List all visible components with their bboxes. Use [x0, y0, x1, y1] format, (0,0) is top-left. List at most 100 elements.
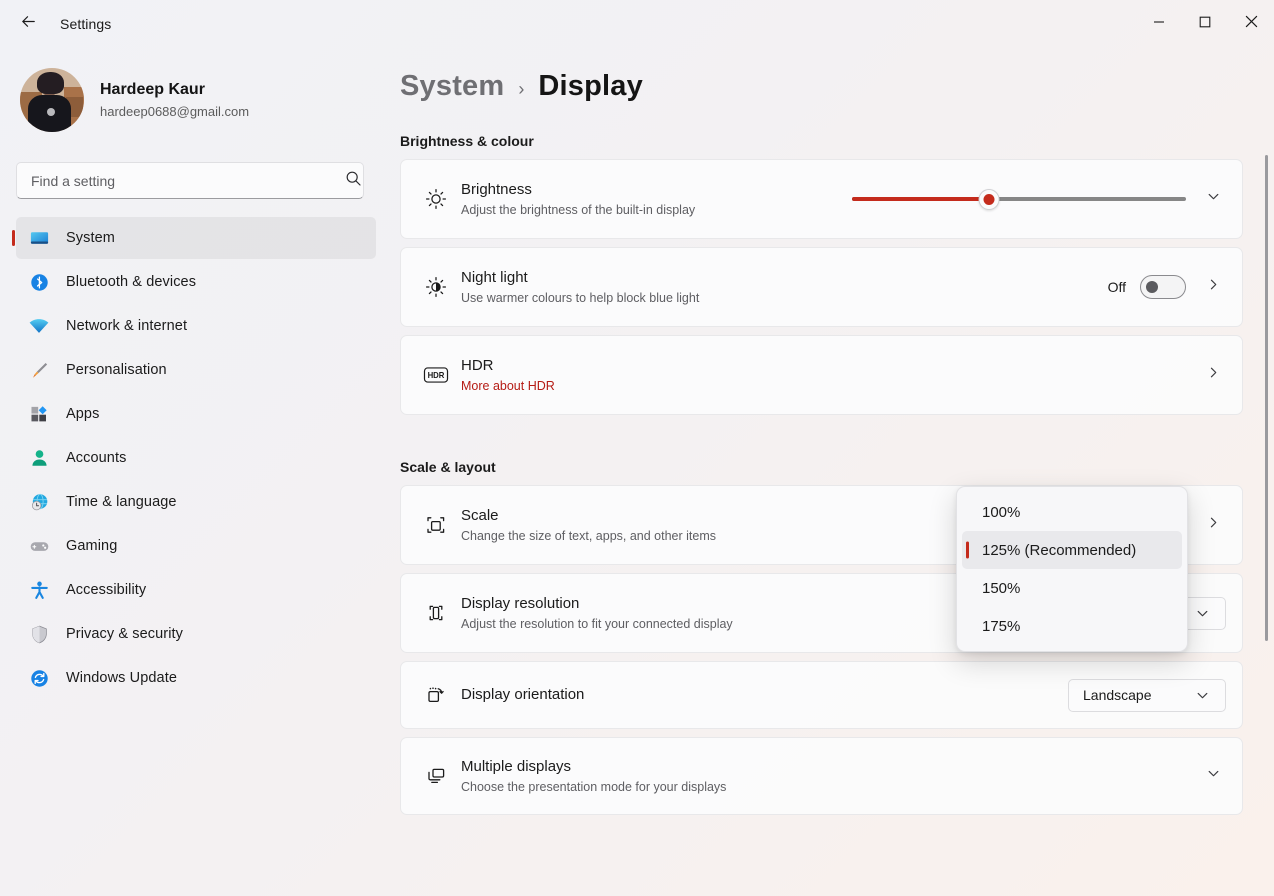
- minimize-icon: [1153, 15, 1165, 33]
- scale-subtitle: Change the size of text, apps, and other…: [461, 528, 717, 543]
- scale-option-label: 125% (Recommended): [982, 541, 1137, 559]
- multiple-displays-expand-button[interactable]: [1200, 763, 1226, 789]
- scale-square-icon: [419, 513, 453, 537]
- scale-dropdown-flyout: 100% 125% (Recommended) 150% 175%: [956, 486, 1188, 652]
- breadcrumb-parent[interactable]: System: [400, 70, 504, 103]
- search-input[interactable]: [16, 162, 364, 199]
- multiple-displays-icon: [419, 764, 453, 788]
- title-bar: Settings: [0, 0, 1274, 48]
- content-scrollbar[interactable]: [1265, 155, 1268, 641]
- sidebar-item-network-internet[interactable]: Network & internet: [16, 305, 376, 347]
- minimize-button[interactable]: [1136, 0, 1182, 48]
- sidebar-item-privacy-security[interactable]: Privacy & security: [16, 613, 376, 655]
- sidebar-item-bluetooth-devices[interactable]: Bluetooth & devices: [16, 261, 376, 303]
- sidebar-item-label: Accessibility: [66, 582, 147, 598]
- app-title: Settings: [60, 16, 112, 32]
- maximize-button[interactable]: [1182, 0, 1228, 48]
- chevron-down-icon: [1206, 189, 1221, 209]
- sidebar-item-apps[interactable]: Apps: [16, 393, 376, 435]
- hdr-more-link[interactable]: More about HDR: [461, 378, 555, 395]
- svg-text:HDR: HDR: [428, 371, 445, 380]
- sidebar-nav: System Bluetooth & devices Network & int…: [16, 217, 376, 699]
- sidebar-item-personalisation[interactable]: Personalisation: [16, 349, 376, 391]
- scale-option-label: 150%: [982, 579, 1021, 597]
- brightness-title: Brightness: [461, 180, 532, 198]
- sidebar-item-gaming[interactable]: Gaming: [16, 525, 376, 567]
- brightness-subtitle: Adjust the brightness of the built-in di…: [461, 202, 696, 217]
- scale-option-150[interactable]: 150%: [962, 569, 1182, 607]
- refresh-circle-icon: [28, 667, 50, 689]
- hdr-badge-icon: HDR: [419, 364, 453, 386]
- display-orientation-title: Display orientation: [461, 686, 585, 703]
- scale-option-175[interactable]: 175%: [962, 607, 1182, 645]
- display-resolution-subtitle: Adjust the resolution to fit your connec…: [461, 616, 733, 631]
- globe-clock-icon: [28, 491, 50, 513]
- sidebar-item-system[interactable]: System: [16, 217, 376, 259]
- back-arrow-icon: [19, 12, 38, 36]
- brightness-card[interactable]: Brightness Adjust the brightness of the …: [400, 159, 1243, 239]
- section-heading-scale-layout: Scale & layout: [400, 459, 496, 475]
- multiple-displays-card[interactable]: Multiple displays Choose the presentatio…: [400, 737, 1243, 815]
- display-orientation-combobox[interactable]: Landscape: [1068, 678, 1226, 712]
- sidebar: Hardeep Kaur hardeep0688@gmail.com S: [0, 48, 392, 896]
- back-button[interactable]: [8, 8, 48, 40]
- page-title: Display: [538, 70, 643, 102]
- scale-option-label: 100%: [982, 503, 1021, 521]
- brightness-expand-button[interactable]: [1200, 186, 1226, 212]
- sidebar-item-label: Personalisation: [66, 362, 167, 378]
- sidebar-item-accessibility[interactable]: Accessibility: [16, 569, 376, 611]
- night-light-open-button[interactable]: [1200, 274, 1226, 300]
- sidebar-item-label: Bluetooth & devices: [66, 274, 197, 290]
- shield-icon: [28, 623, 50, 645]
- display-resolution-icon: [419, 601, 453, 625]
- sidebar-item-label: System: [66, 230, 115, 246]
- chevron-right-icon: [1206, 515, 1221, 535]
- night-light-toggle[interactable]: [1140, 275, 1186, 299]
- bluetooth-icon: [28, 271, 50, 293]
- scale-option-125[interactable]: 125% (Recommended): [962, 531, 1182, 569]
- close-button[interactable]: [1228, 0, 1274, 48]
- wifi-icon: [28, 315, 50, 337]
- chevron-right-icon: [1206, 365, 1221, 385]
- night-light-card[interactable]: Night light Use warmer colours to help b…: [400, 247, 1243, 327]
- sidebar-item-windows-update[interactable]: Windows Update: [16, 657, 376, 699]
- night-light-state-label: Off: [1107, 279, 1126, 295]
- hdr-card[interactable]: HDR HDR More about HDR: [400, 335, 1243, 415]
- sidebar-item-label: Network & internet: [66, 318, 188, 334]
- scale-option-100[interactable]: 100%: [962, 493, 1182, 531]
- multiple-displays-subtitle: Choose the presentation mode for your di…: [461, 779, 727, 794]
- sidebar-item-label: Privacy & security: [66, 626, 184, 642]
- chevron-down-icon: [1189, 682, 1215, 708]
- sidebar-item-label: Windows Update: [66, 670, 178, 686]
- paintbrush-icon: [28, 359, 50, 381]
- apps-grid-icon: [28, 403, 50, 425]
- night-light-subtitle: Use warmer colours to help block blue li…: [461, 290, 700, 305]
- chevron-down-icon: [1206, 766, 1221, 786]
- profile-email: hardeep0688@gmail.com: [100, 104, 250, 119]
- sidebar-item-label: Apps: [66, 406, 100, 422]
- window-controls: [1136, 0, 1274, 48]
- sidebar-item-accounts[interactable]: Accounts: [16, 437, 376, 479]
- search-container: [16, 162, 376, 199]
- maximize-icon: [1199, 15, 1211, 33]
- close-icon: [1245, 15, 1258, 33]
- brightness-slider[interactable]: [852, 188, 1186, 210]
- scale-open-button[interactable]: [1200, 512, 1226, 538]
- chevron-down-icon: [1189, 600, 1215, 626]
- chevron-right-icon: ›: [518, 79, 525, 99]
- hdr-open-button[interactable]: [1200, 362, 1226, 388]
- display-orientation-card[interactable]: Display orientation Landscape: [400, 661, 1243, 729]
- breadcrumb: System › Display: [392, 48, 1274, 103]
- profile-card[interactable]: Hardeep Kaur hardeep0688@gmail.com: [16, 48, 376, 150]
- chevron-right-icon: [1206, 277, 1221, 297]
- avatar: [20, 68, 84, 132]
- sidebar-item-label: Gaming: [66, 538, 118, 554]
- multiple-displays-title: Multiple displays: [461, 757, 572, 775]
- hdr-title: HDR: [461, 356, 494, 374]
- sidebar-item-time-language[interactable]: Time & language: [16, 481, 376, 523]
- section-heading-brightness: Brightness & colour: [400, 133, 534, 149]
- night-light-icon: [419, 275, 453, 299]
- slider-thumb[interactable]: [978, 188, 1000, 210]
- monitor-icon: [28, 227, 50, 249]
- profile-name: Hardeep Kaur: [100, 81, 205, 98]
